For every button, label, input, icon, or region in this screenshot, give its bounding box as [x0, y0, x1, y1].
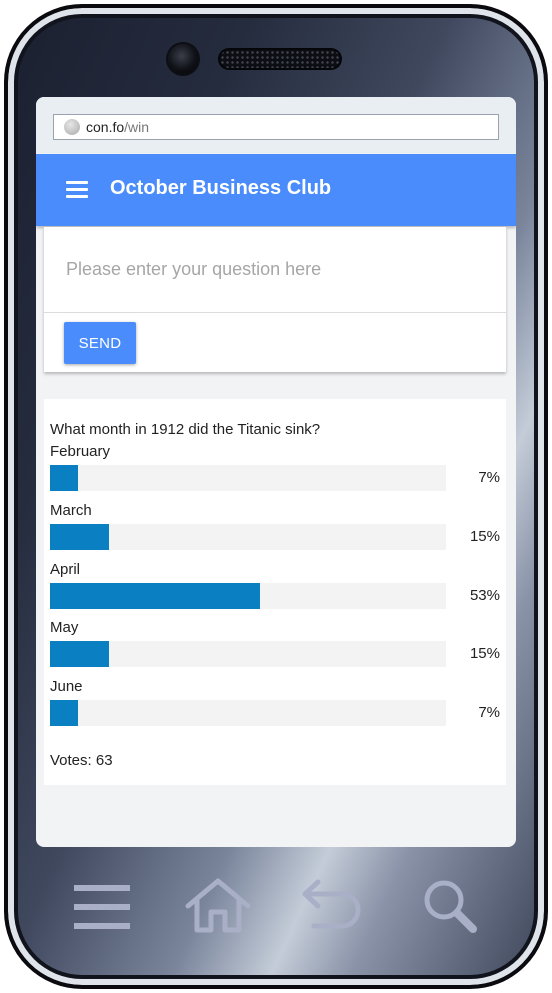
poll-option-label: March — [50, 502, 92, 519]
poll-bar-fill — [50, 641, 109, 667]
phone-screen: con.fo/win October Business Club SEND Wh… — [36, 97, 516, 847]
poll-option: April 53% — [50, 561, 500, 620]
globe-icon — [64, 119, 80, 135]
app-bar: October Business Club — [36, 154, 516, 226]
address-bar[interactable]: con.fo/win — [53, 114, 499, 140]
poll-bar-track — [50, 583, 446, 609]
poll-option-percent: 15% — [469, 528, 500, 545]
poll-bar-fill — [50, 524, 109, 550]
hamburger-menu-icon[interactable] — [66, 181, 88, 199]
nav-menu-icon[interactable] — [72, 876, 132, 936]
poll-bar-fill — [50, 583, 260, 609]
poll-option-percent: 15% — [469, 645, 500, 662]
poll-bar-fill — [50, 465, 78, 491]
poll-question: What month in 1912 did the Titanic sink? — [50, 421, 321, 438]
poll-bar-track — [50, 524, 446, 550]
url-path: /win — [124, 119, 150, 135]
browser-chrome: con.fo/win — [36, 97, 516, 153]
poll-option-label: April — [50, 561, 81, 578]
poll-option: March 15% — [50, 502, 500, 561]
poll-option-percent: 7% — [478, 704, 500, 721]
app-title: October Business Club — [110, 177, 332, 199]
back-icon[interactable] — [300, 876, 366, 936]
question-input[interactable] — [44, 227, 506, 313]
poll-option-percent: 7% — [478, 469, 500, 486]
poll-option-label: February — [50, 443, 111, 460]
home-icon[interactable] — [184, 876, 252, 936]
poll-option-percent: 53% — [469, 587, 500, 604]
poll-option: May 15% — [50, 619, 500, 678]
poll-bar-track — [50, 641, 446, 667]
poll-option: June 7% — [50, 678, 500, 737]
speaker-grille — [220, 50, 340, 68]
poll-bar-track — [50, 465, 446, 491]
url-host: con.fo — [86, 119, 125, 135]
poll-option: February 7% — [50, 443, 500, 502]
question-card: SEND — [44, 227, 506, 372]
poll-bar-fill — [50, 700, 78, 726]
poll-option-label: May — [50, 619, 79, 636]
poll-results: What month in 1912 did the Titanic sink?… — [44, 399, 506, 785]
votes-count: Votes: 63 — [50, 752, 113, 769]
camera-icon — [168, 44, 198, 74]
poll-option-label: June — [50, 678, 83, 695]
poll-bar-track — [50, 700, 446, 726]
send-button[interactable]: SEND — [64, 322, 136, 364]
search-icon[interactable] — [420, 876, 480, 936]
